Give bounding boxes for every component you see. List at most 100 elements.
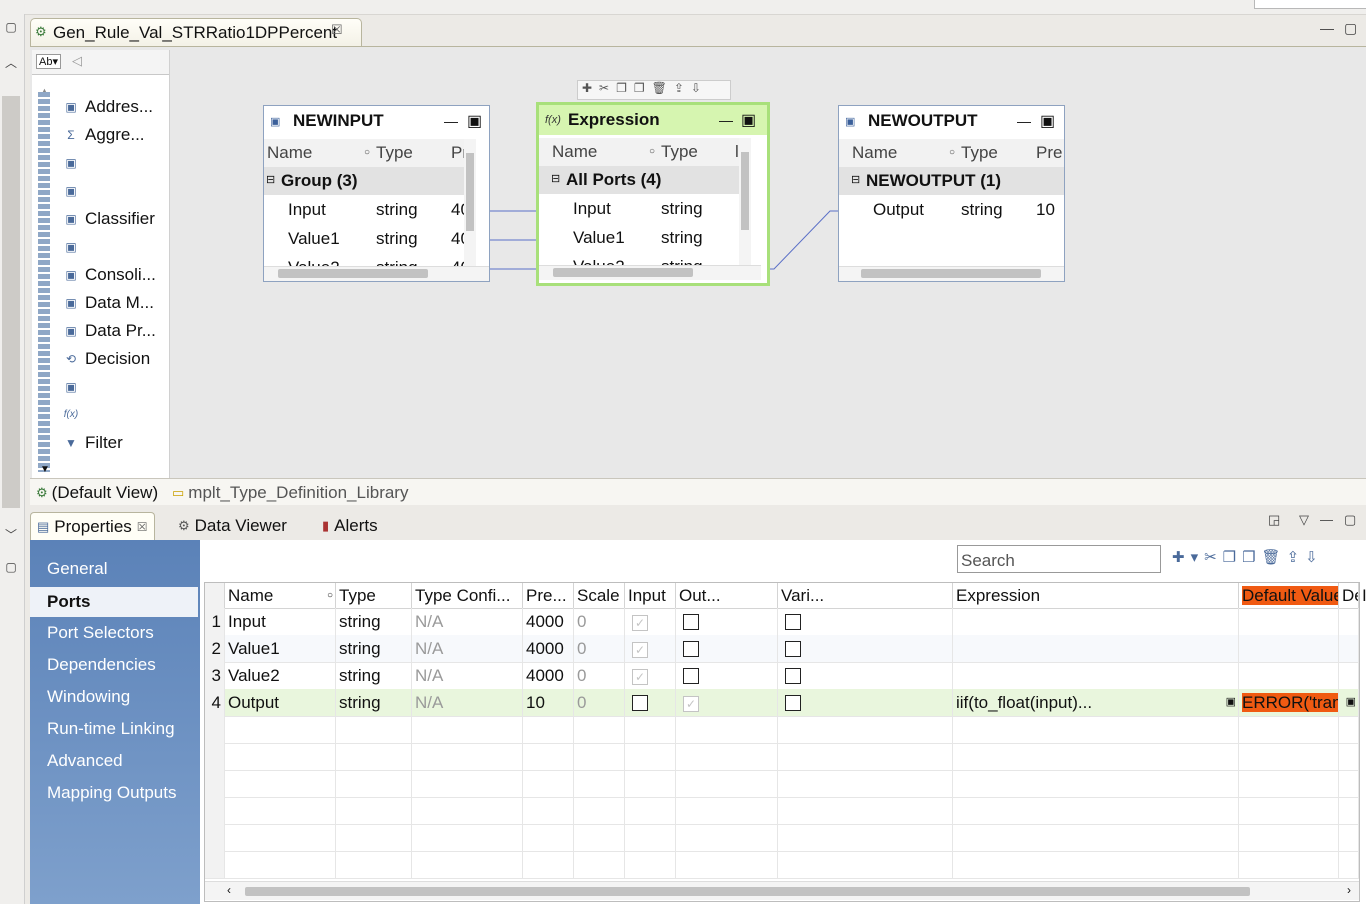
expression-node[interactable]: f(x) Expression — ▣ Name ○ Type l ⊟ All … [536, 102, 770, 286]
empty-cell[interactable] [778, 851, 953, 878]
maximize-icon[interactable]: ▢ [1344, 512, 1356, 528]
empty-cell[interactable] [1339, 770, 1359, 797]
maximize-icon[interactable]: ▣ [741, 110, 756, 130]
nav-item-mapping-outputs[interactable]: Mapping Outputs [47, 783, 176, 803]
column-header[interactable]: Input [625, 583, 676, 608]
grid-cell[interactable] [953, 608, 1239, 635]
grid-cell[interactable]: 0 [574, 662, 625, 689]
input-checkbox[interactable] [632, 695, 648, 711]
nav-item-ports[interactable]: Ports [30, 587, 198, 617]
empty-cell[interactable] [412, 851, 523, 878]
grid-cell[interactable]: string [336, 635, 412, 662]
grid-cell[interactable] [953, 662, 1239, 689]
grid-cell[interactable]: 4000 [523, 662, 574, 689]
empty-cell[interactable] [953, 797, 1239, 824]
grid-cell[interactable] [676, 608, 778, 635]
scroll-down-icon[interactable]: ▼ [40, 464, 50, 475]
grid-cell[interactable] [1239, 608, 1339, 635]
scroll-right-icon[interactable]: › [1347, 883, 1351, 897]
empty-row[interactable] [205, 743, 1359, 771]
empty-cell[interactable] [574, 716, 625, 743]
column-header[interactable]: Name ○ [225, 583, 336, 608]
empty-cell[interactable] [676, 770, 778, 797]
vertical-scrollbar[interactable] [464, 139, 476, 266]
scroll-left-icon[interactable]: ‹ [227, 883, 231, 897]
nav-item-advanced[interactable]: Advanced [47, 751, 123, 771]
sort-icon[interactable]: ○ [327, 590, 333, 601]
empty-cell[interactable] [1239, 851, 1339, 878]
minimize-icon[interactable]: — [444, 113, 458, 129]
horizontal-scrollbar[interactable]: ‹ › [205, 881, 1359, 900]
nav-item-dependencies[interactable]: Dependencies [47, 655, 156, 675]
palette-item[interactable]: ▣ Classifier [62, 208, 155, 230]
group-row[interactable]: ⊟ All Ports (4) [539, 166, 747, 194]
empty-cell[interactable] [676, 851, 778, 878]
column-header[interactable]: Out... [676, 583, 778, 608]
grid-cell[interactable]: 10 [523, 689, 574, 716]
empty-cell[interactable] [676, 716, 778, 743]
nav-item-windowing[interactable]: Windowing [47, 687, 130, 707]
grid-cell[interactable] [625, 689, 676, 716]
table-row[interactable]: 1 Input string N/A 4000 0 ✓ [205, 608, 1359, 636]
vertical-scrollbar[interactable] [739, 138, 751, 265]
nav-item-port-selectors[interactable]: Port Selectors [47, 623, 154, 643]
minimize-icon[interactable]: — [1017, 113, 1031, 129]
empty-cell[interactable] [1339, 824, 1359, 851]
variable-checkbox[interactable] [785, 641, 801, 657]
empty-cell[interactable] [953, 716, 1239, 743]
empty-cell[interactable] [1339, 743, 1359, 770]
grid-cell[interactable]: Output [225, 689, 336, 716]
empty-cell[interactable] [1239, 716, 1339, 743]
output-checkbox[interactable] [683, 614, 699, 630]
palette-item[interactable]: ▣ [62, 180, 85, 202]
empty-row[interactable] [205, 851, 1359, 879]
table-row[interactable]: 2 Value1 string N/A 4000 0 ✓ [205, 635, 1359, 663]
palette-item[interactable]: ⟲ Decision [62, 348, 150, 370]
variable-checkbox[interactable] [785, 614, 801, 630]
grid-cell[interactable] [676, 662, 778, 689]
empty-cell[interactable] [625, 716, 676, 743]
empty-row[interactable] [205, 716, 1359, 744]
close-icon[interactable]: ☒ [137, 520, 148, 534]
column-header[interactable]: In [1359, 583, 1366, 608]
close-icon[interactable]: ☒ [331, 22, 343, 38]
port-row[interactable]: Value2 string 40 [264, 254, 476, 266]
grid-cell[interactable] [1339, 635, 1359, 662]
empty-cell[interactable] [676, 743, 778, 770]
palette-item[interactable]: ▣ Data M... [62, 292, 154, 314]
minimize-icon[interactable]: — [719, 112, 733, 128]
empty-cell[interactable] [778, 743, 953, 770]
empty-cell[interactable] [778, 824, 953, 851]
grid-cell[interactable] [778, 662, 953, 689]
column-header[interactable]: Type Confi... [412, 583, 523, 608]
empty-cell[interactable] [523, 797, 574, 824]
node-toolbar[interactable]: ✚✂❐❐🗑⇪⇩ [577, 80, 731, 100]
empty-cell[interactable] [625, 743, 676, 770]
mapping-canvas[interactable]: ▣ NEWINPUT — ▣ Name ○ Type Pr ⊟ Group (3… [170, 50, 1366, 478]
empty-cell[interactable] [523, 851, 574, 878]
empty-cell[interactable] [574, 824, 625, 851]
grid-cell[interactable] [676, 635, 778, 662]
table-row[interactable]: 3 Value2 string N/A 4000 0 ✓ [205, 662, 1359, 690]
empty-cell[interactable] [523, 770, 574, 797]
grid-cell[interactable]: 4000 [523, 635, 574, 662]
grid-cell[interactable]: Value1 [225, 635, 336, 662]
empty-row[interactable] [205, 824, 1359, 852]
tab-properties[interactable]: ▤ Properties ☒ [30, 512, 155, 540]
port-row[interactable]: Input string [539, 195, 747, 223]
column-header[interactable]: Default Value [1239, 583, 1339, 608]
empty-cell[interactable] [778, 716, 953, 743]
maximize-icon[interactable]: ▢ [1344, 20, 1357, 37]
empty-cell[interactable] [676, 824, 778, 851]
variable-checkbox[interactable] [785, 695, 801, 711]
grid-cell[interactable]: 4000 [523, 608, 574, 635]
restore-icon[interactable]: ▢ [3, 20, 19, 34]
output-checkbox[interactable] [683, 668, 699, 684]
grid-cell[interactable] [1339, 662, 1359, 689]
nav-item-general[interactable]: General [47, 559, 107, 579]
grid-cell[interactable]: ✓ [625, 608, 676, 635]
pin-icon[interactable]: ◲ [1268, 512, 1280, 528]
empty-row[interactable] [205, 770, 1359, 798]
grid-cell[interactable] [953, 635, 1239, 662]
collapse-icon[interactable]: ⊟ [851, 173, 860, 186]
